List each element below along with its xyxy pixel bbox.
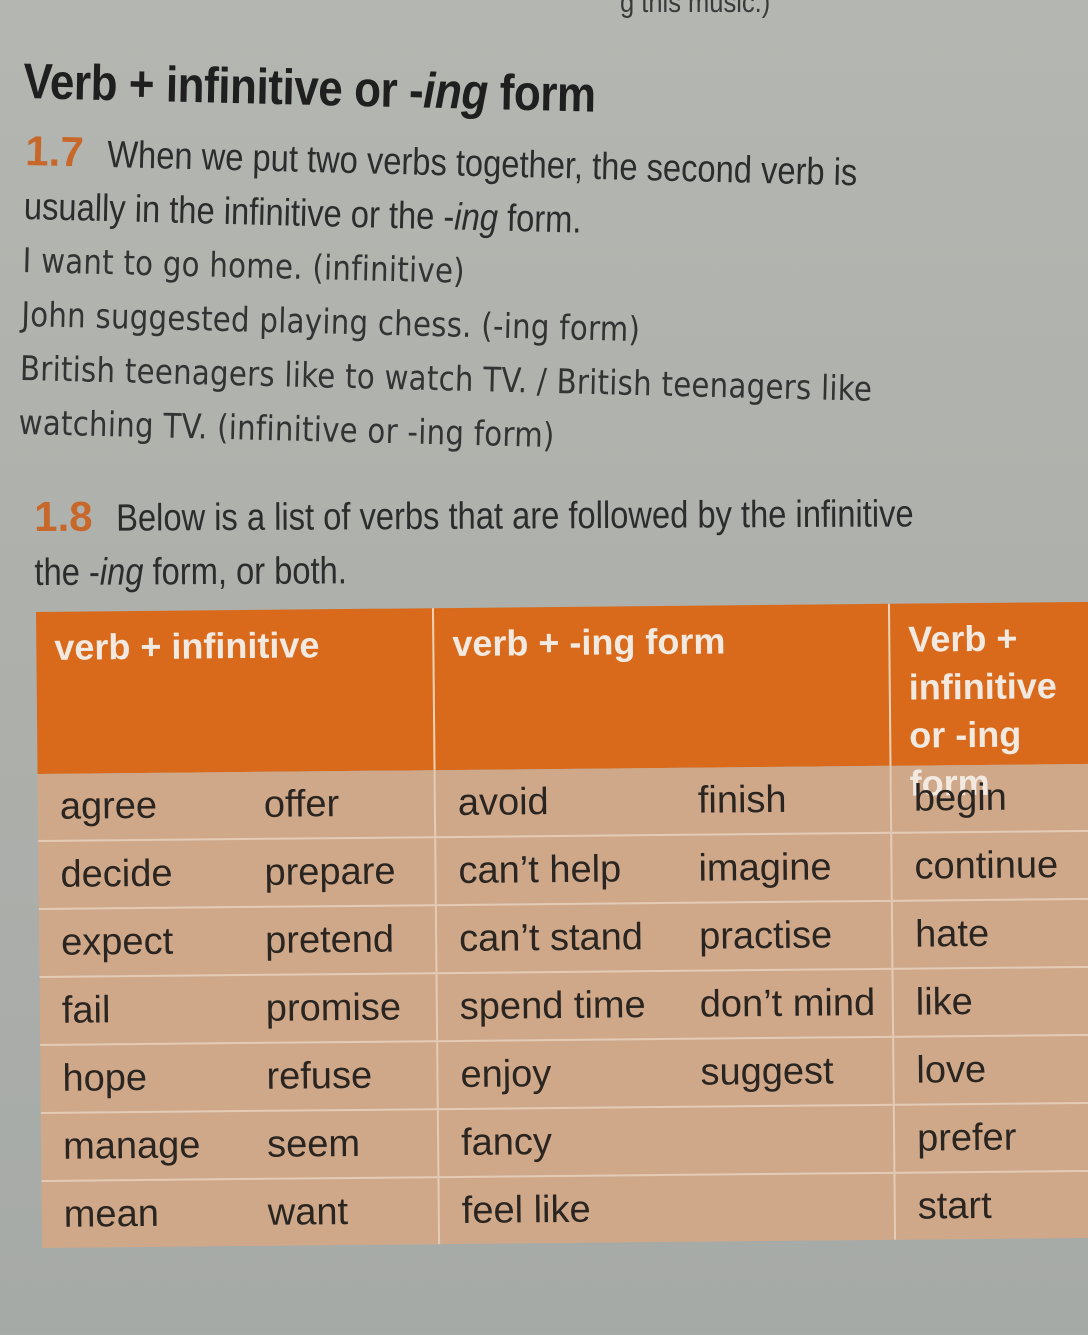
verb-table: verb + infinitive verb + -ing form Verb … — [36, 601, 1088, 1248]
table-cell: love — [916, 1048, 987, 1092]
table-row: mean want feel like start — [41, 1169, 1088, 1248]
table-cell: prefer — [916, 1116, 1017, 1160]
table-cell: practise — [676, 901, 894, 970]
table-cell: enjoy — [460, 1053, 552, 1096]
table-cell: spend time — [459, 984, 646, 1028]
text: form, or both. — [143, 550, 347, 594]
title-suffix: form — [487, 64, 597, 123]
table-cell — [679, 1173, 897, 1242]
table-cell: imagine — [676, 833, 893, 902]
table-cell: feel like — [461, 1188, 591, 1232]
previous-page-fragment: g this music.) — [620, 0, 771, 19]
table-cell: decide — [60, 852, 173, 896]
header-verb-infinitive: verb + infinitive — [36, 608, 436, 774]
table-cell: avoid — [457, 781, 549, 824]
table-cell: can’t stand — [458, 916, 644, 960]
table-body: agree offer avoid finish begin decide prepare c… — [37, 763, 1088, 1248]
table-row: fail promise spend time don’t mind like — [39, 965, 1088, 1044]
title-italic: ing — [422, 62, 489, 121]
paragraph-line: Below is a list of verbs that are follow… — [116, 493, 915, 540]
table-cell: refuse — [244, 1042, 439, 1111]
table-cell: want — [245, 1178, 441, 1247]
table-cell: continue — [914, 844, 1059, 888]
header-verb-both: Verb + infinitive or -ing form — [908, 617, 1057, 804]
table-cell: fancy — [460, 1121, 553, 1164]
table-cell: mean — [63, 1192, 160, 1236]
table-row: hope refuse enjoy suggest love — [40, 1033, 1088, 1112]
table-cell: fail — [61, 989, 111, 1032]
italic-text: ing — [99, 551, 144, 594]
table-cell: suggest — [678, 1037, 895, 1106]
table-cell: hope — [62, 1056, 148, 1100]
table-cell: begin — [913, 776, 1008, 820]
table-cell: can’t help — [458, 848, 622, 892]
table-cell: promise — [243, 974, 439, 1043]
table-row: decide prepare can’t help imagine continue — [38, 829, 1088, 908]
text: usually in the infinitive or the - — [23, 185, 455, 239]
italic-text: ing — [453, 196, 499, 240]
table-cell: prepare — [242, 838, 437, 907]
table-row: manage seem fancy prefer — [40, 1101, 1088, 1180]
text: form. — [497, 197, 582, 242]
header-verb-ing: verb + -ing form — [433, 603, 892, 771]
table-cell — [678, 1105, 896, 1174]
page-title: Verb + infinitive or -ing form — [23, 52, 596, 124]
table-cell: seem — [244, 1110, 440, 1179]
section-number: 1.8 — [34, 492, 93, 540]
paragraph-line: the -ing form, or both. — [34, 544, 347, 600]
table-cell: hate — [914, 912, 990, 956]
table-cell: agree — [59, 784, 158, 828]
table-cell: pretend — [242, 906, 438, 975]
table-cell: expect — [60, 920, 174, 964]
title-text: Verb + infinitive or - — [22, 52, 424, 119]
table-cell: like — [915, 981, 974, 1024]
section-1-7: 1.7 When we put two verbs together, the s… — [18, 124, 1017, 474]
table-cell: finish — [675, 765, 893, 834]
text: the - — [34, 551, 100, 594]
section-number: 1.7 — [24, 126, 85, 176]
table-cell: start — [917, 1184, 992, 1228]
table-row: agree offer avoid finish begin — [38, 764, 1088, 840]
section-1-8: 1.8 Below is a list of verbs that are fol… — [34, 485, 1044, 600]
table-header: verb + infinitive verb + -ing form Verb … — [36, 601, 1088, 804]
table-row: expect pretend can’t stand practise hate — [38, 897, 1088, 976]
table-cell: manage — [62, 1124, 201, 1168]
table-cell: offer — [241, 770, 437, 839]
table-cell: don’t mind — [677, 969, 895, 1038]
